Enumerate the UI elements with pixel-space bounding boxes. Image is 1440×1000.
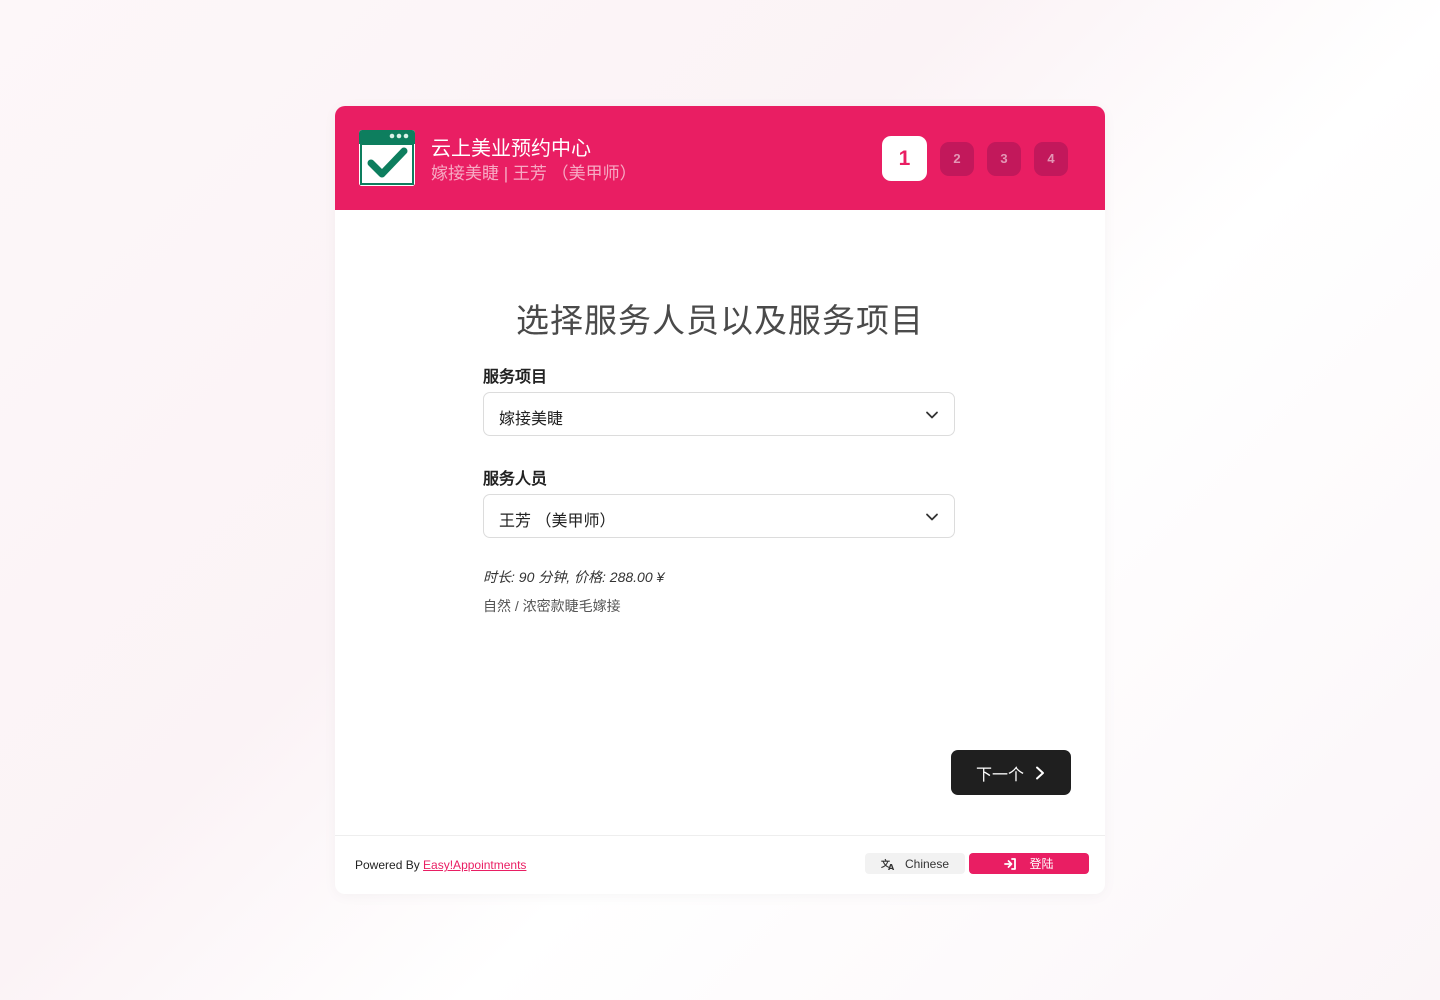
company-name: 云上美业预约中心 (431, 138, 591, 160)
footer: Powered By Easy!Appointments 文 A Chinese… (335, 835, 1105, 894)
chevron-down-icon (926, 513, 938, 521)
step-4[interactable]: 4 (1034, 141, 1068, 176)
next-button[interactable]: 下一个 (951, 750, 1071, 795)
booking-wizard: 云上美业预约中心 嫁接美睫 | 王芳 （美甲师） 1 2 3 4 选择服务人员以… (335, 106, 1105, 894)
sign-in-icon (1004, 857, 1017, 870)
header: 云上美业预约中心 嫁接美睫 | 王芳 （美甲师） 1 2 3 4 (335, 106, 1105, 210)
language-label: Chinese (904, 856, 950, 871)
service-duration-price: 时长: 90 分钟, 价格: 288.00 ¥ (483, 569, 665, 585)
calendar-check-icon (359, 130, 415, 186)
provider-select[interactable]: 王芳 （美甲师） (483, 494, 955, 538)
chevron-down-icon (926, 411, 938, 419)
chevron-right-icon (1036, 766, 1044, 779)
service-select-value: 嫁接美睫 (499, 411, 564, 428)
selection-summary: 嫁接美睫 | 王芳 （美甲师） (431, 164, 637, 183)
login-label: 登陆 (1029, 857, 1054, 871)
step-2[interactable]: 2 (940, 141, 974, 176)
language-button[interactable]: 文 A Chinese (865, 853, 965, 874)
easyappointments-link[interactable]: Easy!Appointments (423, 858, 526, 872)
provider-label: 服务人员 (483, 471, 548, 488)
next-button-label: 下一个 (975, 766, 1024, 784)
login-button[interactable]: 登陆 (969, 853, 1089, 874)
page-title: 选择服务人员以及服务项目 (516, 302, 924, 339)
wizard-steps: 1 2 3 4 (882, 136, 1068, 181)
service-select[interactable]: 嫁接美睫 (483, 392, 955, 436)
service-label: 服务项目 (483, 369, 548, 386)
translate-icon: 文 A (881, 858, 895, 870)
step-1[interactable]: 1 (882, 136, 927, 181)
svg-text:A: A (888, 863, 895, 870)
provider-select-value: 王芳 （美甲师） (499, 513, 616, 530)
step-3[interactable]: 3 (987, 141, 1021, 176)
service-description: 自然 / 浓密款睫毛嫁接 (483, 598, 621, 614)
powered-by-prefix: Powered By (355, 858, 420, 872)
powered-by: Powered By Easy!Appointments (355, 858, 526, 872)
